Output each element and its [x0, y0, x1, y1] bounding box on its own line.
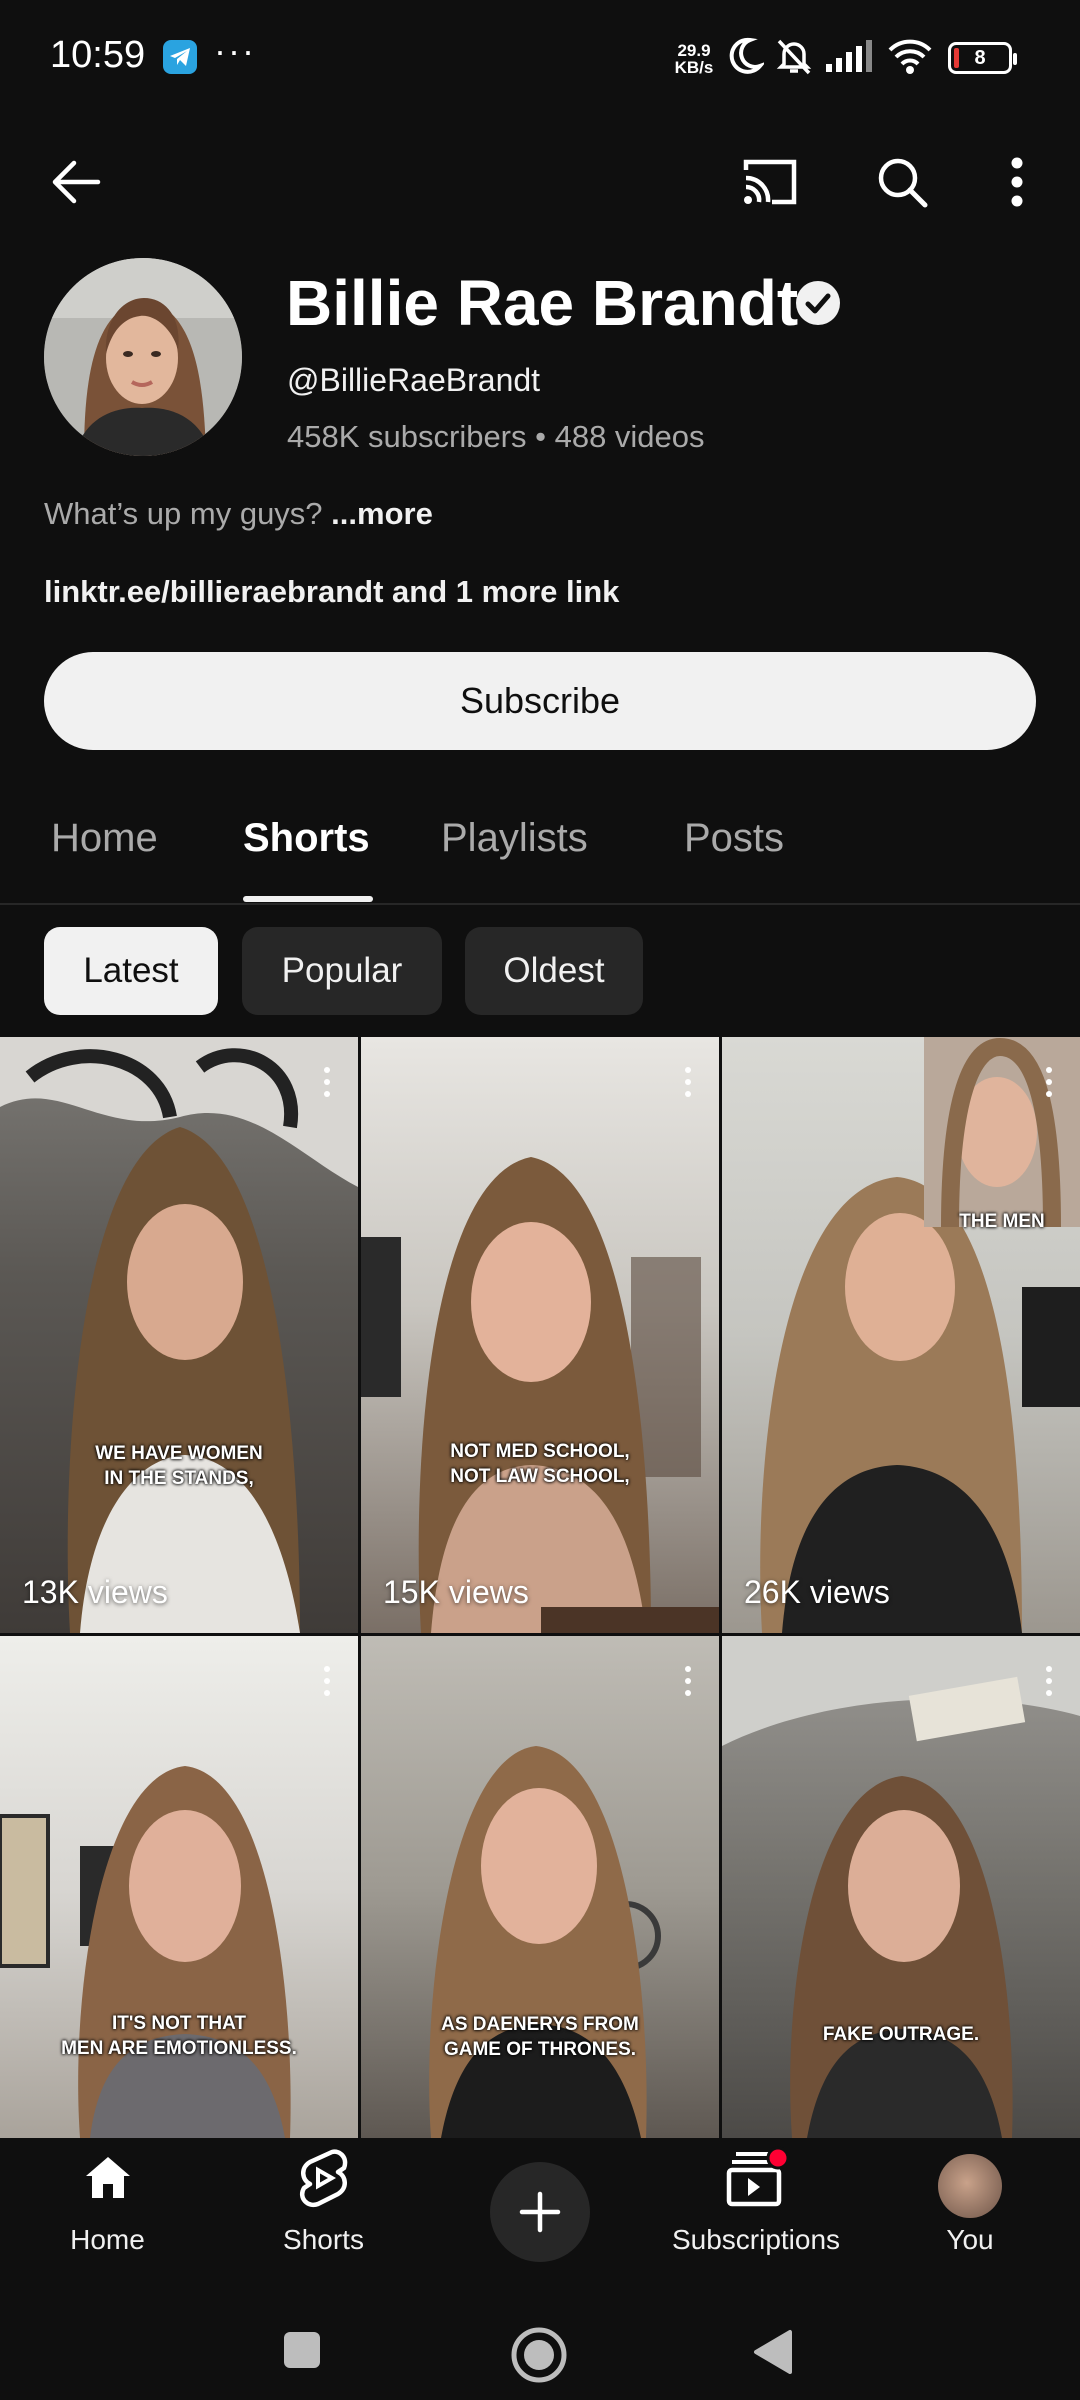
- caption-line: WE HAVE WOMEN: [95, 1443, 263, 1464]
- channel-link-more[interactable]: and 1 more link: [383, 574, 619, 609]
- network-speed: 29.9 KB/s: [672, 42, 716, 76]
- more-vert-icon[interactable]: [324, 1666, 330, 1702]
- short-caption: FAKE OUTRAGE.: [722, 2022, 1080, 2047]
- caption-line: NOT LAW SCHOOL,: [450, 1466, 630, 1487]
- channel-avatar[interactable]: [44, 258, 242, 456]
- caption-line: NOT MED SCHOOL,: [450, 1441, 630, 1462]
- active-tab-indicator: [243, 896, 373, 902]
- short-views: 15K views: [383, 1574, 529, 1610]
- short-caption: NOT MED SCHOOL, NOT LAW SCHOOL,: [361, 1439, 719, 1489]
- signal-icon: [824, 36, 874, 81]
- tab-playlists[interactable]: Playlists: [441, 816, 588, 861]
- chip-popular[interactable]: Popular: [242, 927, 442, 1015]
- short-tile[interactable]: NOT MED SCHOOL, NOT LAW SCHOOL, 15K view…: [361, 1037, 719, 1633]
- short-views: 13K views: [22, 1574, 168, 1610]
- caption-line: IT'S NOT THAT: [112, 2013, 246, 2034]
- channel-handle: @BillieRaeBrandt: [287, 362, 541, 398]
- more-vert-icon[interactable]: [685, 1666, 691, 1702]
- channel-tabs: Home Shorts Playlists Posts: [0, 800, 1080, 905]
- shorts-icon: [296, 2148, 352, 2213]
- back-triangle-icon[interactable]: [752, 2328, 794, 2381]
- short-tile[interactable]: FAKE OUTRAGE.: [722, 1636, 1080, 2138]
- chip-oldest[interactable]: Oldest: [465, 927, 643, 1015]
- you-avatar: [938, 2154, 1002, 2218]
- tab-shorts[interactable]: Shorts: [243, 816, 370, 861]
- short-caption: THE MEN: [924, 1209, 1080, 1234]
- bell-off-icon: [774, 36, 814, 81]
- cast-icon[interactable]: [740, 156, 800, 213]
- short-tile[interactable]: IT'S NOT THAT MEN ARE EMOTIONLESS.: [0, 1636, 358, 2138]
- nav-shorts[interactable]: Shorts: [256, 2138, 391, 2274]
- more-vert-icon[interactable]: [324, 1067, 330, 1103]
- create-plus-icon: [518, 2190, 562, 2239]
- short-caption: WE HAVE WOMEN IN THE STANDS,: [0, 1441, 358, 1491]
- short-tile[interactable]: AS DAENERYS FROM GAME OF THRONES.: [361, 1636, 719, 2138]
- more-vert-icon[interactable]: [1010, 156, 1024, 213]
- more-vert-icon[interactable]: [685, 1067, 691, 1103]
- caption-line: IN THE STANDS,: [104, 1468, 254, 1489]
- battery-icon: 8: [948, 42, 1017, 74]
- channel-description[interactable]: What’s up my guys? ...more: [44, 496, 433, 532]
- nav-subscriptions-label: Subscriptions: [671, 2224, 841, 2255]
- short-views: 26K views: [744, 1574, 890, 1610]
- verified-check-icon: [796, 281, 840, 325]
- home-icon: [82, 2152, 134, 2209]
- caption-line: AS DAENERYS FROM: [441, 2014, 639, 2035]
- more-vert-icon[interactable]: [1046, 1666, 1052, 1702]
- home-circle-icon[interactable]: [510, 2326, 568, 2389]
- status-time: 10:59: [50, 34, 146, 76]
- nav-subscriptions[interactable]: Subscriptions: [660, 2138, 852, 2274]
- subscribe-button[interactable]: Subscribe: [44, 652, 1036, 750]
- bottom-navigation: Home Shorts Subscriptions You: [0, 2138, 1080, 2274]
- nav-you[interactable]: You: [903, 2138, 1037, 2274]
- nav-you-label: You: [946, 2224, 994, 2255]
- description-text: What’s up my guys?: [44, 496, 332, 531]
- short-tile[interactable]: WE HAVE WOMEN IN THE STANDS, 13K views: [0, 1037, 358, 1633]
- network-speed-value: 29.9: [677, 41, 711, 60]
- search-icon[interactable]: [874, 154, 930, 215]
- telegram-icon: [163, 40, 197, 74]
- description-more-link[interactable]: ...more: [331, 496, 433, 531]
- chip-latest[interactable]: Latest: [44, 927, 218, 1015]
- nav-home-label: Home: [70, 2224, 145, 2255]
- channel-links[interactable]: linktr.ee/billieraebrandt and 1 more lin…: [44, 574, 619, 610]
- system-navigation-bar: [0, 2274, 1080, 2400]
- more-vert-icon[interactable]: [1046, 1067, 1052, 1103]
- create-button[interactable]: [490, 2162, 590, 2262]
- short-caption: IT'S NOT THAT MEN ARE EMOTIONLESS.: [0, 2011, 358, 2061]
- short-tile[interactable]: THE MEN 26K views: [722, 1037, 1080, 1633]
- tab-home[interactable]: Home: [51, 816, 158, 861]
- caption-line: THE MEN: [959, 1211, 1045, 1232]
- nav-home[interactable]: Home: [40, 2138, 175, 2274]
- nav-shorts-label: Shorts: [283, 2224, 364, 2255]
- short-caption: AS DAENERYS FROM GAME OF THRONES.: [361, 2012, 719, 2062]
- back-arrow-icon[interactable]: [48, 154, 104, 215]
- channel-link-primary[interactable]: linktr.ee/billieraebrandt: [44, 574, 383, 609]
- wifi-icon: [886, 36, 934, 81]
- network-speed-unit: KB/s: [674, 58, 714, 77]
- caption-line: GAME OF THRONES.: [443, 2039, 637, 2060]
- recents-square-icon[interactable]: [282, 2330, 322, 2375]
- channel-stats: 458K subscribers • 488 videos: [287, 419, 705, 454]
- channel-name: Billie Rae Brandt: [286, 267, 799, 339]
- top-app-bar: [0, 116, 1080, 256]
- caption-line: FAKE OUTRAGE.: [822, 2024, 980, 2045]
- status-bar: 10:59 ··· 29.9 KB/s 8: [0, 0, 1080, 116]
- caption-line: MEN ARE EMOTIONLESS.: [61, 2038, 297, 2059]
- subscriptions-icon: [726, 2146, 792, 2213]
- tab-posts[interactable]: Posts: [684, 816, 784, 861]
- moon-icon: [728, 36, 767, 81]
- battery-level: 8: [974, 47, 986, 69]
- notification-more-dots: ···: [214, 30, 256, 71]
